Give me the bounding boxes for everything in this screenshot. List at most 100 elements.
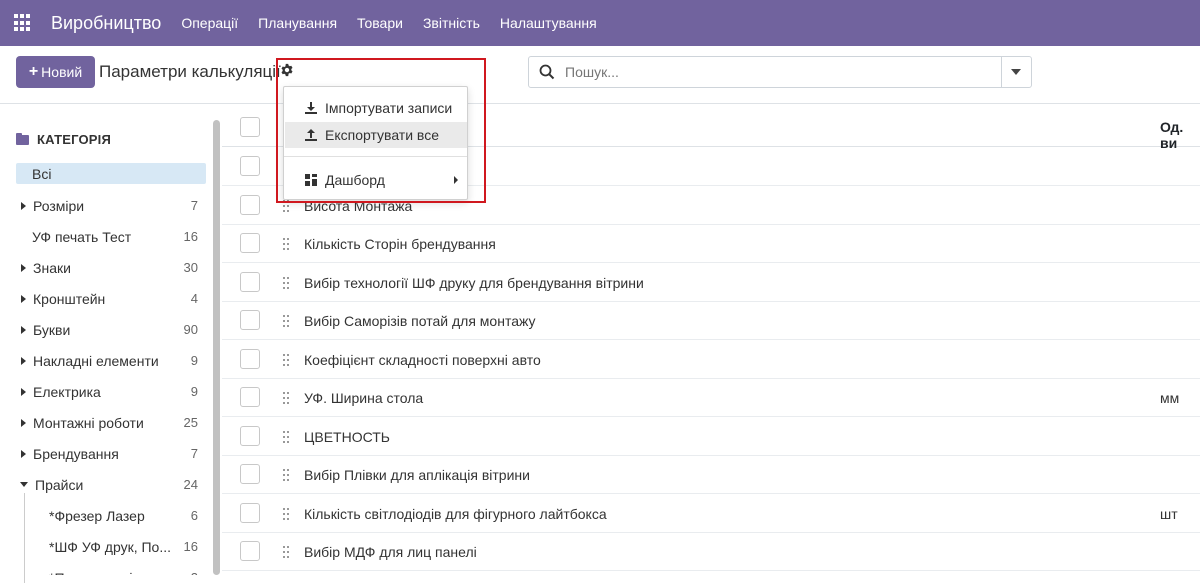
drag-handle-icon[interactable] [283,546,291,558]
sidebar-category-item[interactable]: Кронштейн 4 [16,283,206,314]
drag-handle-icon[interactable] [283,392,291,404]
top-navbar: Виробництво Операції Планування Товари З… [0,0,1200,46]
category-label: *Фрезер Лазер [49,507,145,524]
sidebar-category-item[interactable]: Всі [16,163,206,184]
sidebar-category-item[interactable]: Букви 90 [16,314,206,345]
menu-planning[interactable]: Планування [258,15,337,31]
sidebar-category-item[interactable]: Прайси 24 [16,469,206,500]
export-all-item[interactable]: Експортувати все [285,122,467,148]
dropdown-divider [284,156,467,157]
sidebar-category-item[interactable]: *ШФ УФ друк, По... 16 [16,531,206,562]
category-label: Накладні елементи [33,352,159,369]
table-row[interactable]: Вибір МДФ для лиц панелі [222,533,1200,571]
row-checkbox[interactable] [240,387,260,407]
sidebar-category-item[interactable]: Розміри 7 [16,190,206,221]
drag-handle-icon[interactable] [283,199,291,212]
apps-menu-icon[interactable] [14,14,32,32]
caret-right-icon[interactable] [21,356,26,365]
drag-handle-icon[interactable] [283,315,291,327]
category-count: 7 [190,446,198,461]
table-row[interactable]: Кількість світлодіодів для фігурного лай… [222,495,1200,533]
category-count: 7 [190,198,198,213]
caret-right-icon[interactable] [21,387,26,396]
drag-handle-icon[interactable] [283,507,291,520]
menu-products[interactable]: Товари [357,15,403,31]
category-label: *ШФ УФ друк, По... [49,538,171,555]
select-all-checkbox[interactable] [240,117,260,137]
category-count: 2 [191,570,198,575]
row-checkbox[interactable] [240,348,260,369]
sidebar-scrollbar[interactable] [213,120,220,575]
row-checkbox[interactable] [240,541,260,561]
category-header: КАТЕГОРІЯ [16,132,111,147]
row-checkbox[interactable] [240,425,260,446]
table-row[interactable]: Вибір Плівки для аплікація вітрини [222,456,1200,494]
category-count: 30 [183,260,198,275]
category-list: Всі Розміри 7 УФ печать Тест 16 Знаки 30 Кроншт… [16,163,206,575]
table-row[interactable]: УФ. Ширина стола мм [222,379,1200,417]
new-button[interactable]: + Новий [16,56,95,88]
category-label: Всі [32,165,52,182]
uom-column-header[interactable]: Од. ви [1160,119,1200,151]
row-checkbox[interactable] [240,194,260,215]
sidebar-category-item[interactable]: Знаки 30 [16,252,206,283]
category-count: 4 [190,291,198,306]
dashboard-icon [305,174,317,186]
row-checkbox[interactable] [240,310,260,330]
table-row[interactable]: Вибір технології ШФ друку для брендуванн… [222,264,1200,302]
drag-handle-icon[interactable] [283,430,291,443]
row-checkbox[interactable] [240,156,260,176]
sidebar-category-item[interactable]: Електрика 9 [16,376,206,407]
caret-right-icon[interactable] [21,263,26,272]
search-bar [528,56,1032,88]
row-checkbox[interactable] [240,464,260,484]
caret-right-icon[interactable] [21,449,26,458]
row-checkbox[interactable] [240,233,260,253]
sidebar-category-item[interactable]: *Фрезер Лазер 6 [16,500,206,531]
app-brand[interactable]: Виробництво [51,13,161,34]
search-divider [1001,57,1002,87]
action-dropdown: Імпортувати записи Експортувати все Дашб… [283,86,468,200]
menu-operations[interactable]: Операції [181,15,238,31]
category-count: 9 [190,384,198,399]
row-checkbox[interactable] [240,271,260,292]
dashboard-label: Дашборд [325,172,385,188]
chevron-down-icon[interactable] [1011,69,1021,75]
table-row[interactable]: ЦВЕТНОСТЬ [222,418,1200,456]
caret-right-icon[interactable] [21,201,26,210]
sidebar-category-item[interactable]: Накладні елементи 9 [16,345,206,376]
caret-right-icon[interactable] [21,325,26,334]
sidebar-category-item[interactable]: Монтажні роботи 25 [16,407,206,438]
caret-right-icon[interactable] [21,418,26,427]
category-label: УФ печать Тест [32,228,132,245]
table-row[interactable]: Вибір Саморізів потай для монтажу [222,302,1200,340]
row-name: Коефіцієнт складності поверхні авто [304,351,541,368]
drag-handle-icon[interactable] [283,238,291,250]
category-count: 25 [183,415,198,430]
search-input[interactable] [565,64,995,80]
menu-reporting[interactable]: Звітність [423,15,480,31]
drag-handle-icon[interactable] [283,353,291,366]
sidebar-category-item[interactable]: *Плотерна різка 2 [16,562,206,576]
caret-right-icon[interactable] [21,294,26,303]
dashboard-item[interactable]: Дашборд [285,167,467,193]
import-records-item[interactable]: Імпортувати записи [285,95,467,121]
drag-handle-icon[interactable] [283,276,291,289]
sidebar-category-item[interactable]: УФ печать Тест 16 [16,221,206,252]
upload-icon [305,129,317,141]
table-row[interactable]: Кількість Сторін брендування [222,225,1200,263]
caret-down-icon[interactable] [20,482,28,487]
control-panel: + Новий Параметри калькуляції [0,46,1200,104]
category-header-label: КАТЕГОРІЯ [37,132,112,147]
gear-icon[interactable] [280,63,294,77]
sidebar-category-item[interactable]: Брендування 7 [16,438,206,469]
table-row[interactable]: Коефіцієнт складності поверхні авто [222,341,1200,379]
page-title: Параметри калькуляції [99,62,281,81]
category-label: Знаки [33,259,71,276]
row-checkbox[interactable] [240,502,260,523]
drag-handle-icon[interactable] [283,469,291,481]
row-name: УФ. Ширина стола [304,390,424,406]
download-icon [305,102,317,114]
category-label: *Плотерна різка [49,570,153,576]
menu-settings[interactable]: Налаштування [500,15,597,31]
